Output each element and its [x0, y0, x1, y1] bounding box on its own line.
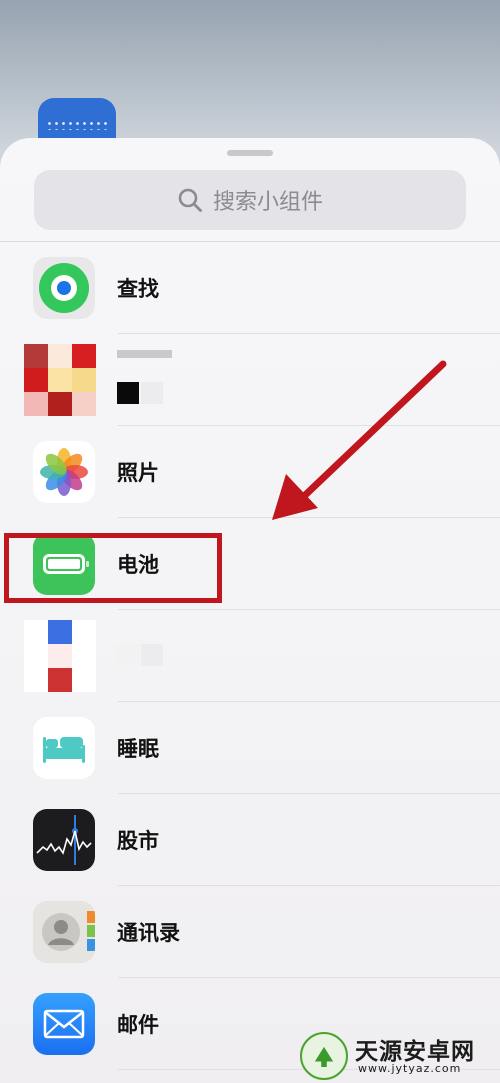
- search-placeholder: 搜索小组件: [212, 190, 323, 215]
- watermark: 天源安卓网 www.jytyaz.com: [300, 1028, 500, 1083]
- search-widgets-field[interactable]: 搜索小组件: [34, 170, 466, 230]
- watermark-logo-icon: [300, 1032, 348, 1080]
- widget-label: 股市: [117, 829, 159, 853]
- sheet-grabber[interactable]: [227, 150, 273, 156]
- widget-row-pixelated[interactable]: [0, 334, 500, 426]
- widget-gallery-sheet: 搜索小组件 查找 照片 电池 睡眠 股市 通讯录 邮件: [0, 138, 500, 1083]
- widget-label: 通讯录: [117, 921, 180, 945]
- find-my-icon: [33, 257, 95, 319]
- annotation-highlight-box: [4, 533, 222, 603]
- pixelated-label: [117, 350, 172, 404]
- photos-icon: [33, 441, 95, 503]
- widget-row-stocks[interactable]: 股市: [0, 794, 500, 886]
- widget-row-photos[interactable]: 照片: [0, 426, 500, 518]
- pixelated-app-icon: [24, 620, 96, 692]
- pixelated-label: [117, 644, 163, 666]
- widget-row-contacts[interactable]: 通讯录: [0, 886, 500, 978]
- widget-label: 照片: [117, 461, 159, 485]
- widget-row-sleep[interactable]: 睡眠: [0, 702, 500, 794]
- pixelated-app-icon: [24, 344, 96, 416]
- widget-label: 邮件: [117, 1013, 159, 1037]
- mail-icon: [33, 993, 95, 1055]
- stocks-icon: [33, 809, 95, 871]
- widget-list: 查找 照片 电池 睡眠 股市 通讯录 邮件: [0, 242, 500, 1070]
- watermark-title: 天源安卓网: [355, 1039, 475, 1065]
- widget-row-find[interactable]: 查找: [0, 242, 500, 334]
- widget-label: 查找: [117, 277, 159, 301]
- sleep-icon: [33, 717, 95, 779]
- search-icon: [178, 188, 202, 212]
- widget-label: 睡眠: [117, 737, 159, 761]
- widget-row-pixelated[interactable]: [0, 610, 500, 702]
- contacts-icon: [33, 901, 95, 963]
- watermark-url: www.jytyaz.com: [358, 1062, 462, 1075]
